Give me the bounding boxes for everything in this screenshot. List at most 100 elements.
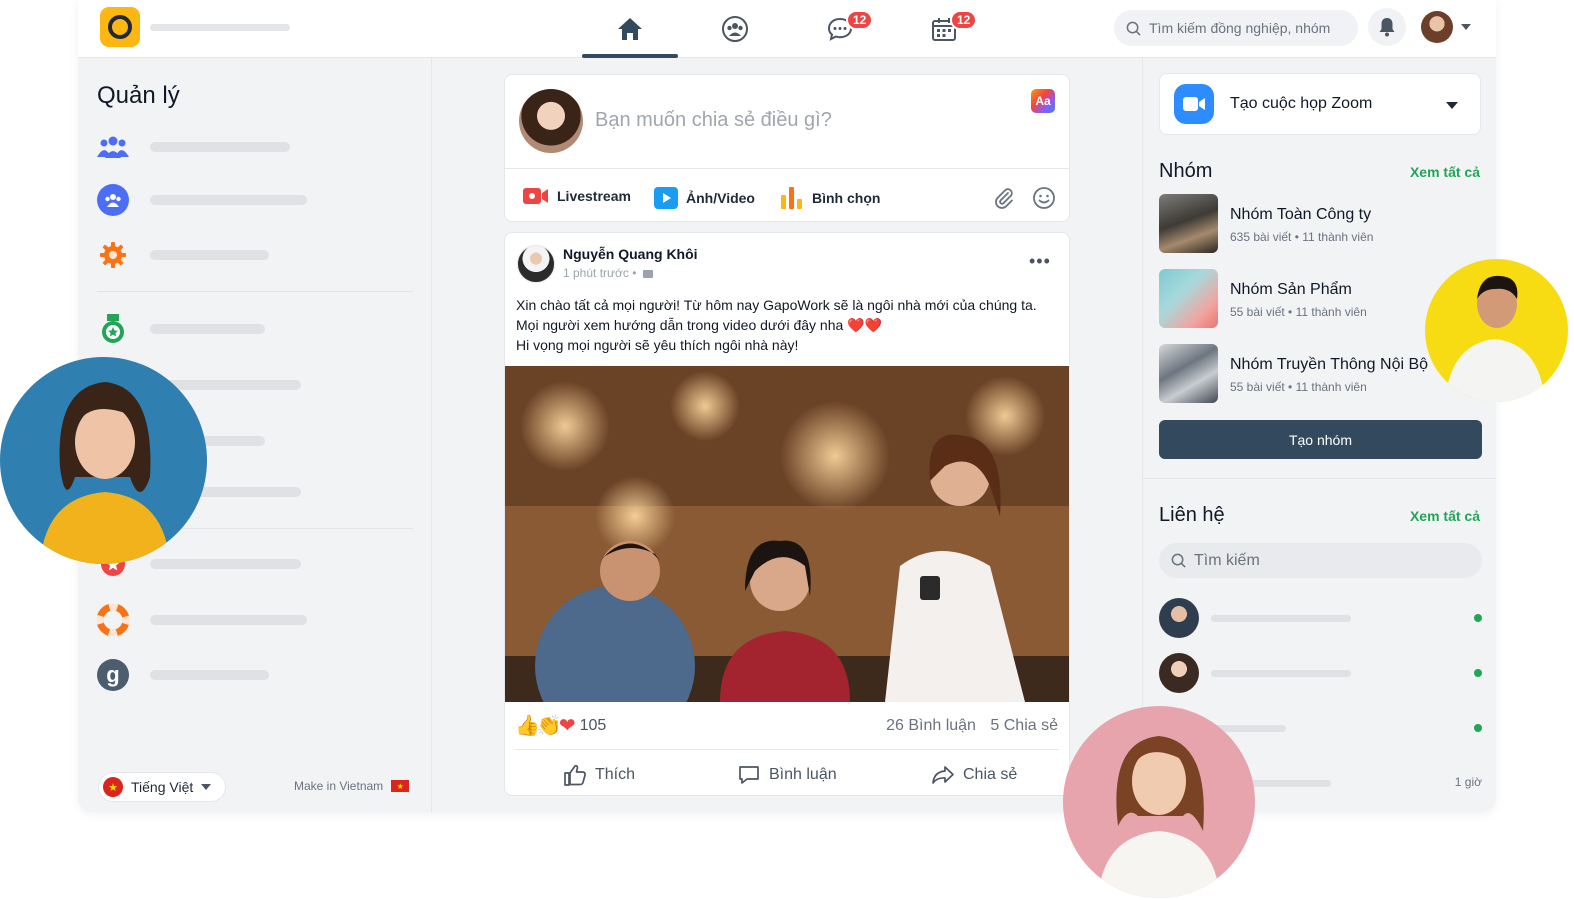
group-circle-icon: [97, 184, 129, 216]
user-avatar[interactable]: [1421, 11, 1453, 43]
comment-button[interactable]: Bình luận: [737, 763, 837, 787]
sidebar-label-placeholder: [150, 559, 301, 569]
sidebar-item-gapo[interactable]: g: [97, 659, 269, 691]
search-placeholder: Tìm kiếm đồng nghiệp, nhóm: [1149, 20, 1331, 36]
nav-calendar[interactable]: 12: [896, 0, 992, 58]
group-meta: 55 bài viết • 11 thành viên: [1230, 380, 1367, 394]
sidebar-item-groups[interactable]: [97, 184, 307, 216]
share-label: Chia sẻ: [963, 766, 1018, 783]
text-style-icon[interactable]: Aa: [1031, 89, 1055, 113]
right-divider: [1143, 478, 1496, 479]
contact-avatar: [1159, 598, 1199, 638]
composer-input[interactable]: Bạn muốn chia sẻ điều gì?: [595, 109, 832, 132]
reactions-summary[interactable]: 👍 👏 ❤ 105: [515, 713, 606, 738]
photo-video-button[interactable]: Ảnh/Video: [654, 187, 755, 209]
thumbs-up-icon: [564, 764, 586, 786]
group-item[interactable]: Nhóm Toàn Công ty 635 bài viết • 11 thàn…: [1159, 194, 1479, 254]
workspace-name-placeholder: [150, 24, 290, 31]
groups-heading: Nhóm: [1159, 160, 1213, 182]
post-photo[interactable]: [505, 366, 1069, 702]
sidebar-item-awards[interactable]: [97, 313, 265, 345]
zoom-camera-icon: [1174, 84, 1214, 124]
contact-avatar: [1159, 653, 1199, 693]
like-button[interactable]: Thích: [563, 763, 635, 787]
group-members: 11 thành viên: [1302, 230, 1374, 244]
decorative-persona-photo: [0, 357, 207, 564]
zoom-meeting-button[interactable]: Tạo cuộc họp Zoom: [1159, 73, 1481, 135]
sidebar-item-settings[interactable]: [97, 239, 269, 271]
author-avatar[interactable]: [517, 245, 555, 283]
right-sidebar: Tạo cuộc họp Zoom Nhóm Xem tất cả Nhóm T…: [1142, 58, 1496, 812]
lifebuoy-icon: [97, 604, 129, 636]
sidebar-divider: [97, 291, 413, 292]
group-name: Nhóm Sản Phẩm: [1230, 281, 1352, 298]
groups-see-all-link[interactable]: Xem tất cả: [1410, 164, 1480, 180]
account-menu-chevron-down-icon[interactable]: [1461, 24, 1471, 30]
engagement-counts: 26 Bình luận 5 Chia sẻ: [886, 717, 1058, 735]
comment-count[interactable]: 26 Bình luận: [886, 717, 976, 734]
post-composer[interactable]: Bạn muốn chia sẻ điều gì? Aa Livestream …: [504, 74, 1070, 222]
share-button[interactable]: Chia sẻ: [931, 763, 1017, 787]
app-window: 12 12 Tìm kiếm đồng nghiệp, nhóm Quản lý: [78, 0, 1496, 812]
reaction-count: 105: [579, 716, 607, 734]
livestream-icon: [523, 187, 549, 205]
more-options-icon[interactable]: •••: [1029, 251, 1051, 272]
group-posts: 55 bài viết: [1230, 380, 1285, 394]
chevron-down-icon[interactable]: [1446, 102, 1458, 109]
contacts-see-all-link[interactable]: Xem tất cả: [1410, 508, 1480, 524]
group-name: Nhóm Toàn Công ty: [1230, 206, 1372, 223]
composer-avatar: [519, 89, 583, 153]
poll-label: Bình chọn: [812, 190, 881, 206]
livestream-button[interactable]: Livestream: [523, 187, 631, 205]
sidebar-label-placeholder: [150, 250, 269, 260]
medal-icon: [97, 313, 129, 345]
photo-video-label: Ảnh/Video: [686, 190, 755, 206]
smiley-icon: [1033, 187, 1055, 209]
feed-post: Nguyễn Quang Khôi 1 phút trước • ••• Xin…: [504, 232, 1070, 796]
nav-groups[interactable]: [687, 0, 783, 58]
sidebar-title: Quản lý: [97, 82, 180, 109]
sidebar-item-members[interactable]: [97, 131, 290, 163]
contact-name-placeholder: [1211, 615, 1351, 622]
vietnam-flag-icon: ★: [391, 780, 410, 792]
online-status-dot: [1474, 669, 1482, 677]
sidebar-label-placeholder: [150, 195, 307, 205]
gapowork-logo[interactable]: [100, 7, 140, 47]
contacts-heading: Liên hệ: [1159, 504, 1225, 526]
group-thumbnail: [1159, 344, 1218, 403]
post-line: Xin chào tất cả mọi người! Từ hôm nay Ga…: [516, 297, 1037, 313]
create-group-button[interactable]: Tạo nhóm: [1159, 420, 1482, 459]
decorative-persona-photo: [1063, 706, 1255, 898]
messages-badge: 12: [846, 10, 874, 30]
language-selector[interactable]: ★ Tiếng Việt: [98, 772, 226, 802]
home-icon: [618, 18, 642, 40]
contacts-search-input[interactable]: Tìm kiếm: [1159, 543, 1482, 578]
share-count[interactable]: 5 Chia sẻ: [990, 717, 1058, 734]
photo-video-icon: [654, 187, 678, 209]
post-line: Mọi người xem hướng dẫn trong video dưới…: [516, 317, 883, 333]
composer-divider: [505, 168, 1069, 169]
contact-item[interactable]: [1159, 598, 1482, 638]
post-time: 1 phút trước •: [563, 266, 653, 280]
nav-home[interactable]: [582, 0, 678, 58]
attach-button[interactable]: [993, 187, 1015, 209]
post-divider: [515, 749, 1059, 750]
contact-item[interactable]: [1159, 653, 1482, 693]
search-input[interactable]: Tìm kiếm đồng nghiệp, nhóm: [1114, 10, 1358, 46]
sidebar-label-placeholder: [150, 670, 269, 680]
sidebar-item-support[interactable]: [97, 604, 307, 636]
emoji-button[interactable]: [1032, 186, 1056, 210]
sidebar-label-placeholder: [150, 142, 290, 152]
livestream-label: Livestream: [557, 188, 631, 204]
zoom-label: Tạo cuộc họp Zoom: [1230, 95, 1373, 112]
poll-button[interactable]: Bình chọn: [780, 187, 880, 209]
author-name[interactable]: Nguyễn Quang Khôi: [563, 246, 698, 262]
chevron-down-icon: [201, 784, 212, 790]
briefcase-icon: [642, 270, 653, 278]
notifications-button[interactable]: [1368, 8, 1406, 46]
online-status-dot: [1474, 724, 1482, 732]
group-name: Nhóm Truyền Thông Nội Bộ: [1230, 356, 1429, 373]
nav-messages[interactable]: 12: [792, 0, 888, 58]
paperclip-icon: [995, 188, 1013, 209]
made-in-label: Make in Vietnam: [294, 779, 384, 793]
